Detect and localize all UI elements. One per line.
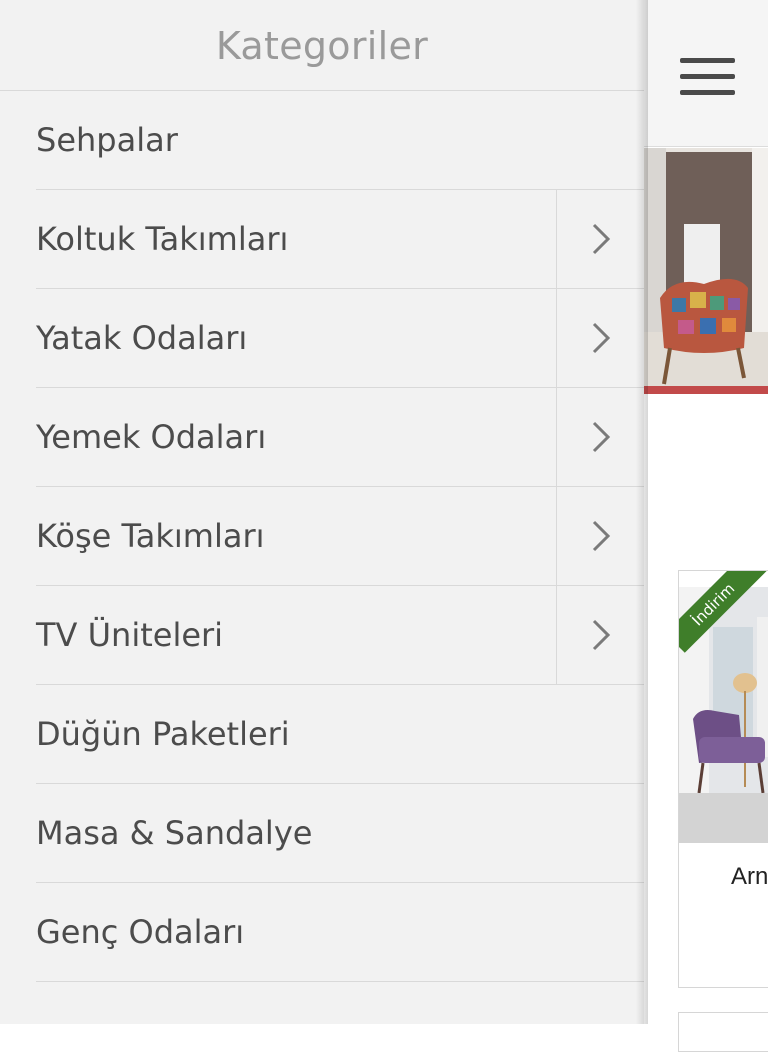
category-item-koltuk-takimlari[interactable]: Koltuk Takımları — [36, 190, 644, 289]
chevron-right-icon — [592, 619, 610, 651]
category-item-yatak-odalari[interactable]: Yatak Odaları — [36, 289, 644, 388]
category-item-masa-sandalye[interactable]: Masa & Sandalye — [36, 784, 644, 883]
product-card[interactable]: İndirim Arn — [678, 570, 768, 988]
category-label[interactable]: Genç Odaları — [36, 883, 244, 981]
product-name[interactable]: Arn — [731, 863, 768, 891]
chevron-right-icon — [592, 223, 610, 255]
category-label[interactable]: Yemek Odaları — [36, 388, 266, 486]
category-item-genc-odalari[interactable]: Genç Odaları — [36, 883, 644, 982]
drawer-shadow — [636, 0, 648, 1024]
product-card[interactable] — [678, 1012, 768, 1052]
submenu-expand-button[interactable] — [556, 289, 644, 387]
category-label[interactable]: Sehpalar — [36, 91, 178, 189]
category-label[interactable]: Yatak Odaları — [36, 289, 247, 387]
submenu-expand-button[interactable] — [556, 487, 644, 585]
submenu-expand-button[interactable] — [556, 586, 644, 684]
category-list: Sehpalar Koltuk Takımları Yatak Odaları … — [0, 91, 644, 982]
category-label[interactable]: Düğün Paketleri — [36, 685, 290, 783]
category-label[interactable]: Köşe Takımları — [36, 487, 265, 585]
submenu-expand-button[interactable] — [556, 388, 644, 486]
category-item-kose-takimlari[interactable]: Köşe Takımları — [36, 487, 644, 586]
submenu-expand-button[interactable] — [556, 190, 644, 288]
chevron-right-icon — [592, 520, 610, 552]
category-item-tv-uniteleri[interactable]: TV Üniteleri — [36, 586, 644, 685]
top-bar — [644, 0, 768, 147]
hamburger-menu-icon[interactable] — [680, 58, 735, 98]
banner-image — [644, 148, 768, 394]
category-drawer: Kategoriler Sehpalar Koltuk Takımları Ya… — [0, 0, 644, 1024]
category-label[interactable]: TV Üniteleri — [36, 586, 223, 684]
main-page: İndirim Arn — [644, 0, 768, 1052]
category-label[interactable]: Koltuk Takımları — [36, 190, 288, 288]
chevron-right-icon — [592, 421, 610, 453]
hero-banner[interactable] — [644, 148, 768, 394]
drawer-title: Kategoriler — [0, 0, 644, 91]
category-item-yemek-odalari[interactable]: Yemek Odaları — [36, 388, 644, 487]
category-item-sehpalar[interactable]: Sehpalar — [36, 91, 644, 190]
category-item-dugun-paketleri[interactable]: Düğün Paketleri — [36, 685, 644, 784]
chevron-right-icon — [592, 322, 610, 354]
category-label[interactable]: Masa & Sandalye — [36, 784, 312, 882]
